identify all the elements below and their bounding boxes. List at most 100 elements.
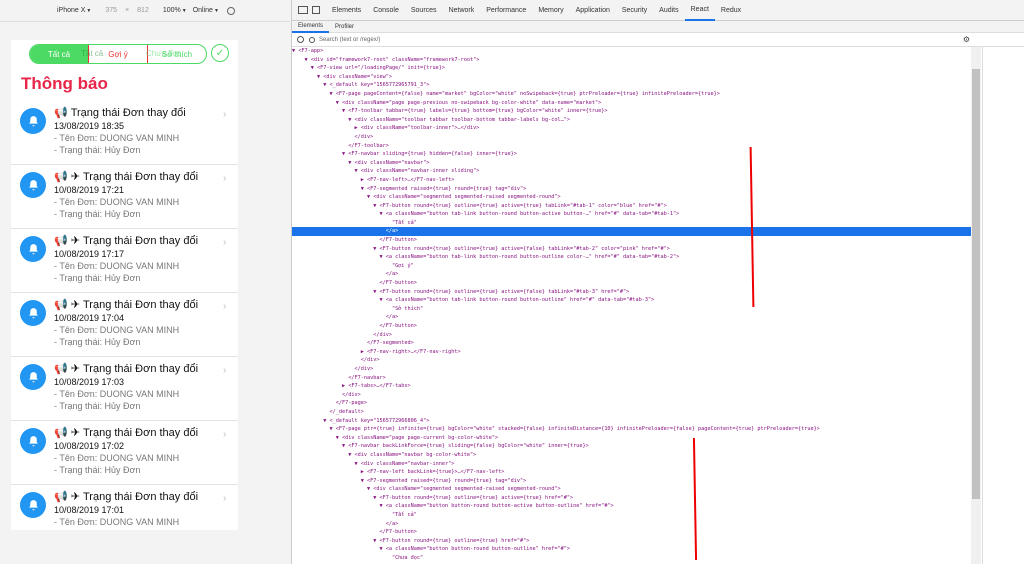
- notification-item[interactable]: 📢 ✈ Trạng thái Đơn thay đổi 10/08/2019 17:…: [11, 229, 238, 293]
- subtab-profiler[interactable]: Profiler: [329, 21, 360, 33]
- plane-icon: 📢 ✈: [54, 363, 80, 375]
- tree-node[interactable]: ▼ <F7-button round={true} outline={true}…: [292, 494, 972, 503]
- tab-console[interactable]: Console: [367, 0, 405, 21]
- tree-node[interactable]: ▼ <div className="navbar">: [292, 159, 972, 168]
- tree-node[interactable]: ▼ <F7-view url="/loadingPage/" init={tru…: [292, 64, 972, 73]
- search-input[interactable]: Search (text or /regex/): [319, 37, 380, 43]
- tree-node[interactable]: </a>: [292, 520, 972, 529]
- tree-node[interactable]: ▼ <div className="toolbar tabbar toolbar…: [292, 116, 972, 125]
- tree-node[interactable]: </F7-navbar>: [292, 374, 972, 383]
- tree-node[interactable]: ▼ <F7-button round={true} outline={true}…: [292, 537, 972, 546]
- tree-node[interactable]: ▼ <F7-navbar backLinkForce={true} slidin…: [292, 442, 972, 451]
- tree-node[interactable]: ▼ <_default key="1565772965791_3">: [292, 81, 972, 90]
- tree-node[interactable]: ▼ <div id="framework7-root" className="f…: [292, 56, 972, 65]
- zoom-select[interactable]: 100%▼: [163, 7, 187, 14]
- tree-node[interactable]: ▼ <F7-page pageContent={false} name="mar…: [292, 90, 972, 99]
- tree-node[interactable]: ▼ <a className="button button-round butt…: [292, 545, 972, 554]
- tree-node[interactable]: ▶ <div className="toolbar-inner">…</div>: [292, 124, 972, 133]
- tree-node[interactable]: ▼ <div className="page page-current bg-c…: [292, 434, 972, 443]
- notification-item[interactable]: 📢 ✈ Trạng thái Đơn thay đổi 10/08/2019 17:…: [11, 421, 238, 485]
- tree-node[interactable]: </F7-segmented>: [292, 339, 972, 348]
- tree-node[interactable]: </a>: [292, 270, 972, 279]
- tab-memory[interactable]: Memory: [532, 0, 569, 21]
- tab-react[interactable]: React: [684, 0, 715, 21]
- tree-node[interactable]: ▶ <F7-nav-left>…</F7-nav-left>: [292, 176, 972, 185]
- notification-item[interactable]: 📢 Trạng thái Đơn thay đổi 13/08/2019 18:35…: [11, 101, 238, 165]
- tree-node[interactable]: ▼ <div className="navbar-inner">: [292, 460, 972, 469]
- tree-node[interactable]: </_default>: [292, 408, 972, 417]
- tree-node[interactable]: ▼ <F7-segmented raised={true} round={tru…: [292, 477, 972, 486]
- tab-redux[interactable]: Redux: [715, 0, 747, 21]
- tree-node[interactable]: ▼ <div className="view">: [292, 73, 972, 82]
- tab-elements[interactable]: Elements: [326, 0, 367, 21]
- tree-node[interactable]: ▼ <a className="button button-round butt…: [292, 502, 972, 511]
- network-select[interactable]: Online▼: [193, 7, 219, 14]
- tree-node[interactable]: ▼ <div className="segmented segmented-ra…: [292, 193, 972, 202]
- tree-node[interactable]: </a>: [292, 313, 972, 322]
- tree-node[interactable]: </div>: [292, 365, 972, 374]
- notification-item[interactable]: 📢 ✈ Trạng thái Đơn thay đổi 10/08/2019 17:…: [11, 165, 238, 229]
- tree-node[interactable]: </div>: [292, 133, 972, 142]
- tree-node[interactable]: ▼ <a className="button tab-link button-r…: [292, 210, 972, 219]
- tab-application[interactable]: Application: [570, 0, 616, 21]
- device-toggle-icon[interactable]: [312, 6, 320, 14]
- gear-icon[interactable]: ⚙: [963, 35, 970, 44]
- tree-node[interactable]: ▼ <F7-toolbar tabbar={true} labels={true…: [292, 107, 972, 116]
- tree-node[interactable]: ▼ <div className="segmented segmented-ra…: [292, 485, 972, 494]
- tree-node[interactable]: </F7-toolbar>: [292, 142, 972, 151]
- notification-item[interactable]: 📢 ✈ Trạng thái Đơn thay đổi 10/08/2019 17:…: [11, 485, 238, 530]
- tree-node[interactable]: ▼ <_default key="1565772966806_4">: [292, 417, 972, 426]
- subtab-elements[interactable]: Elements: [292, 21, 330, 33]
- select-element-icon[interactable]: [297, 36, 304, 43]
- tab-network[interactable]: Network: [443, 0, 481, 21]
- scrollbar[interactable]: [971, 47, 981, 564]
- tree-node[interactable]: "Chưa đọc": [292, 554, 972, 563]
- tree-node[interactable]: ▼ <div className="page page-previous no-…: [292, 99, 972, 108]
- tab-security[interactable]: Security: [616, 0, 653, 21]
- tab-sources[interactable]: Sources: [405, 0, 443, 21]
- tree-node[interactable]: ▼ <F7-navbar sliding={true} hidden={fals…: [292, 150, 972, 159]
- notification-item[interactable]: 📢 ✈ Trạng thái Đơn thay đổi 10/08/2019 17:…: [11, 357, 238, 421]
- tree-node[interactable]: "Tất cả": [292, 511, 972, 520]
- inspect-icon[interactable]: [298, 6, 308, 14]
- segment-interest[interactable]: Sở thích: [148, 45, 206, 63]
- tree-node[interactable]: </F7-button>: [292, 279, 972, 288]
- tree-node[interactable]: "Tất cả": [292, 219, 972, 228]
- tree-node[interactable]: ▼ <a className="button tab-link button-r…: [292, 296, 972, 305]
- scrollbar-thumb[interactable]: [972, 69, 980, 499]
- tree-node[interactable]: ▶ <F7-nav-left backLink={true}>…</F7-nav…: [292, 468, 972, 477]
- tree-node[interactable]: ▼ <div className="navbar-inner sliding">: [292, 167, 972, 176]
- notification-status: - Trạng thái: Hủy Đơn: [54, 145, 141, 155]
- tree-node[interactable]: ▶ <F7-tabs>…</F7-tabs>: [292, 382, 972, 391]
- tree-node[interactable]: ▼ <F7-button round={true} outline={true}…: [292, 288, 972, 297]
- tree-node[interactable]: ▼ <a className="button tab-link button-r…: [292, 253, 972, 262]
- tree-node[interactable]: ▶ <F7-nav-right>…</F7-nav-right>: [292, 348, 972, 357]
- rotate-icon[interactable]: [226, 6, 235, 15]
- notification-status: - Trạng thái: Hủy Đơn: [54, 337, 141, 347]
- tree-node[interactable]: </div>: [292, 331, 972, 340]
- tree-node[interactable]: </F7-button>: [292, 528, 972, 537]
- tree-node[interactable]: "Sở thích": [292, 305, 972, 314]
- tab-audits[interactable]: Audits: [653, 0, 684, 21]
- tree-node[interactable]: ▼ <F7-button round={true} outline={true}…: [292, 202, 972, 211]
- tree-node[interactable]: </F7-button>: [292, 236, 972, 245]
- tree-node[interactable]: ▼ <F7-button round={true} outline={true}…: [292, 245, 972, 254]
- device-select[interactable]: iPhone X▼: [57, 7, 91, 14]
- tree-node[interactable]: ▼ <div className="navbar bg-color-white"…: [292, 451, 972, 460]
- tree-node[interactable]: ▼ <F7-app>: [292, 47, 972, 56]
- tree-node[interactable]: ▼ <F7-segmented raised={true} round={tru…: [292, 185, 972, 194]
- segment-suggest[interactable]: Gợi ý: [88, 45, 148, 63]
- tree-node[interactable]: "Gợi ý": [292, 262, 972, 271]
- width-field[interactable]: 375: [105, 7, 117, 14]
- tree-node[interactable]: </F7-button>: [292, 322, 972, 331]
- tree-node[interactable]: </F7-page>: [292, 399, 972, 408]
- tree-node[interactable]: </div>: [292, 391, 972, 400]
- tab-performance[interactable]: Performance: [480, 0, 532, 21]
- tree-node[interactable]: </div>: [292, 356, 972, 365]
- tree-node[interactable]: ▼ <F7-page ptr={true} infinite={true} bg…: [292, 425, 972, 434]
- height-field[interactable]: 812: [137, 7, 149, 14]
- notification-item[interactable]: 📢 ✈ Trạng thái Đơn thay đổi 10/08/2019 17:…: [11, 293, 238, 357]
- tree-node[interactable]: </a>: [292, 227, 972, 237]
- check-icon[interactable]: ✓: [211, 44, 229, 62]
- segment-all[interactable]: Tất cả: [30, 45, 88, 63]
